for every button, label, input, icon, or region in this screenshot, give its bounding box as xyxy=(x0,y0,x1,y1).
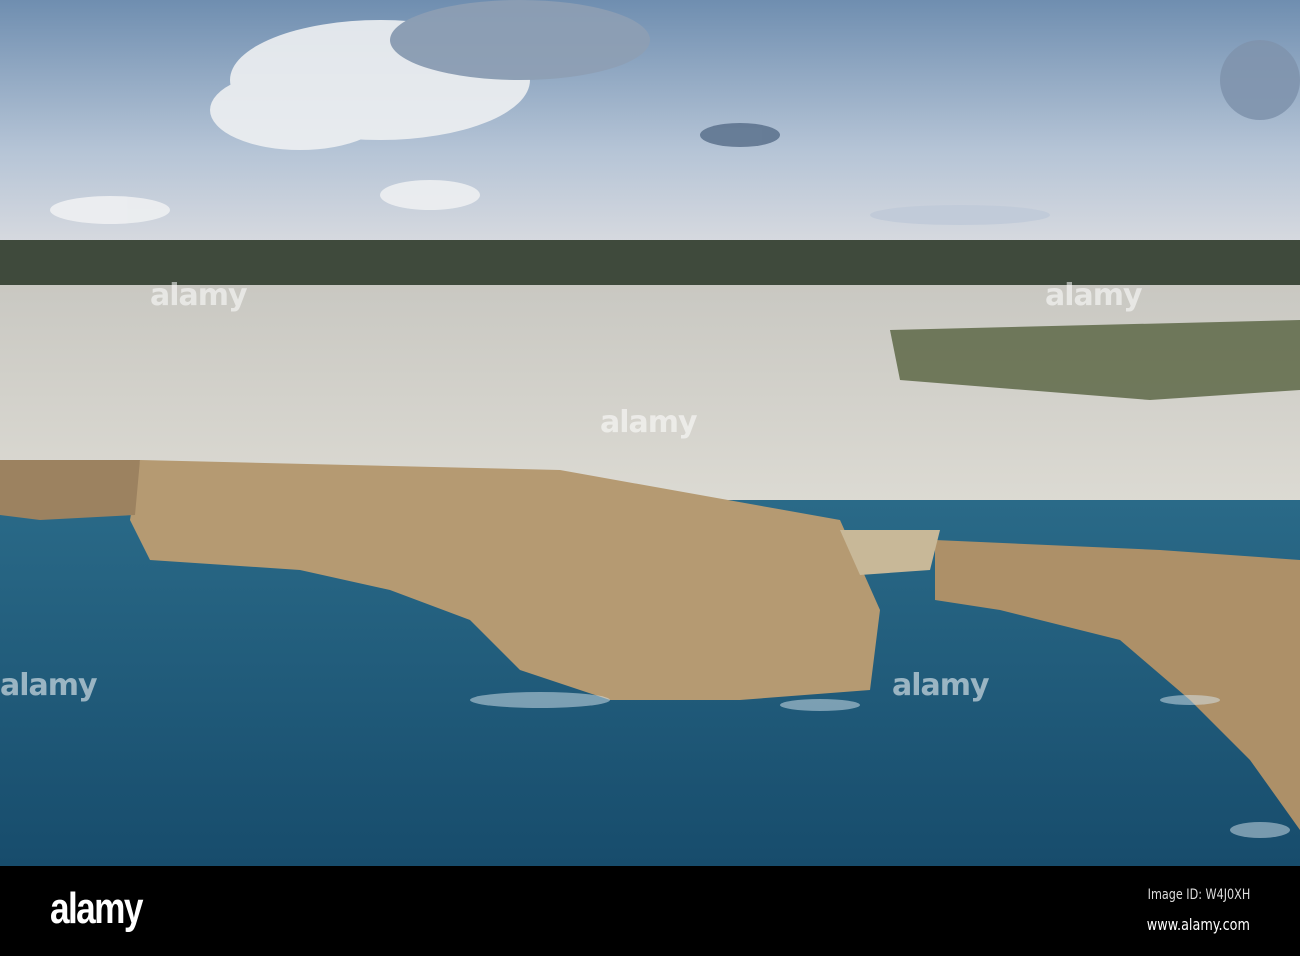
alamy-logo: alamy xyxy=(50,884,143,933)
watermark: alamy xyxy=(150,278,248,313)
image-id: Image ID: W4J0XH xyxy=(1147,887,1250,903)
watermark: alamy xyxy=(1045,278,1143,313)
photo: alamy alamy alamy alamy alamy xyxy=(0,0,1300,866)
footer-bar: alamy Image ID: W4J0XH www.alamy.com xyxy=(0,866,1300,956)
watermark: alamy xyxy=(892,668,990,703)
cliff-left xyxy=(0,460,140,520)
watermark: alamy xyxy=(0,668,98,703)
sky xyxy=(0,0,1300,250)
watermark: alamy xyxy=(600,405,698,440)
website-link[interactable]: www.alamy.com xyxy=(1147,915,1250,934)
